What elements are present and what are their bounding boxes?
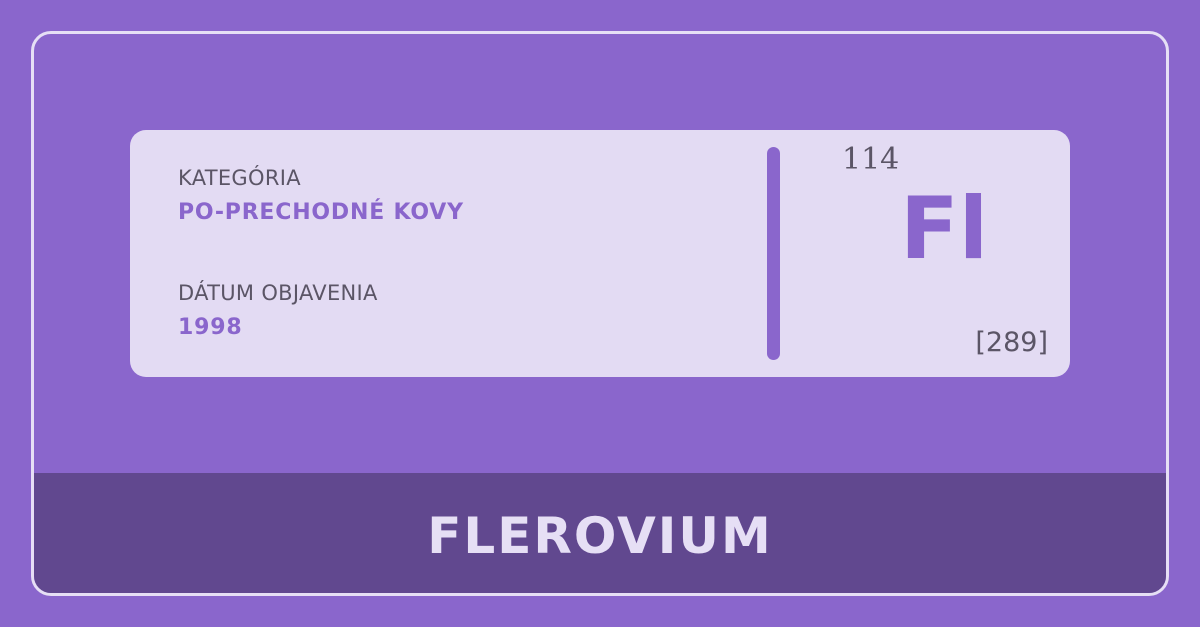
element-frame: KATEGÓRIA PO-PRECHODNÉ KOVY DÁTUM OBJAVE… [31, 31, 1169, 596]
element-name: FLEROVIUM [427, 507, 773, 565]
discovery-date-value: 1998 [178, 315, 243, 340]
discovery-date-label: DÁTUM OBJAVENIA [178, 281, 378, 305]
category-label: KATEGÓRIA [178, 166, 301, 190]
atomic-mass: [289] [975, 327, 1048, 358]
card-divider [767, 147, 780, 360]
element-name-band: FLEROVIUM [34, 473, 1166, 593]
element-symbol: Fl [900, 179, 989, 279]
category-value: PO-PRECHODNÉ KOVY [178, 200, 464, 225]
atomic-number: 114 [842, 142, 900, 177]
element-card: KATEGÓRIA PO-PRECHODNÉ KOVY DÁTUM OBJAVE… [130, 130, 1070, 377]
